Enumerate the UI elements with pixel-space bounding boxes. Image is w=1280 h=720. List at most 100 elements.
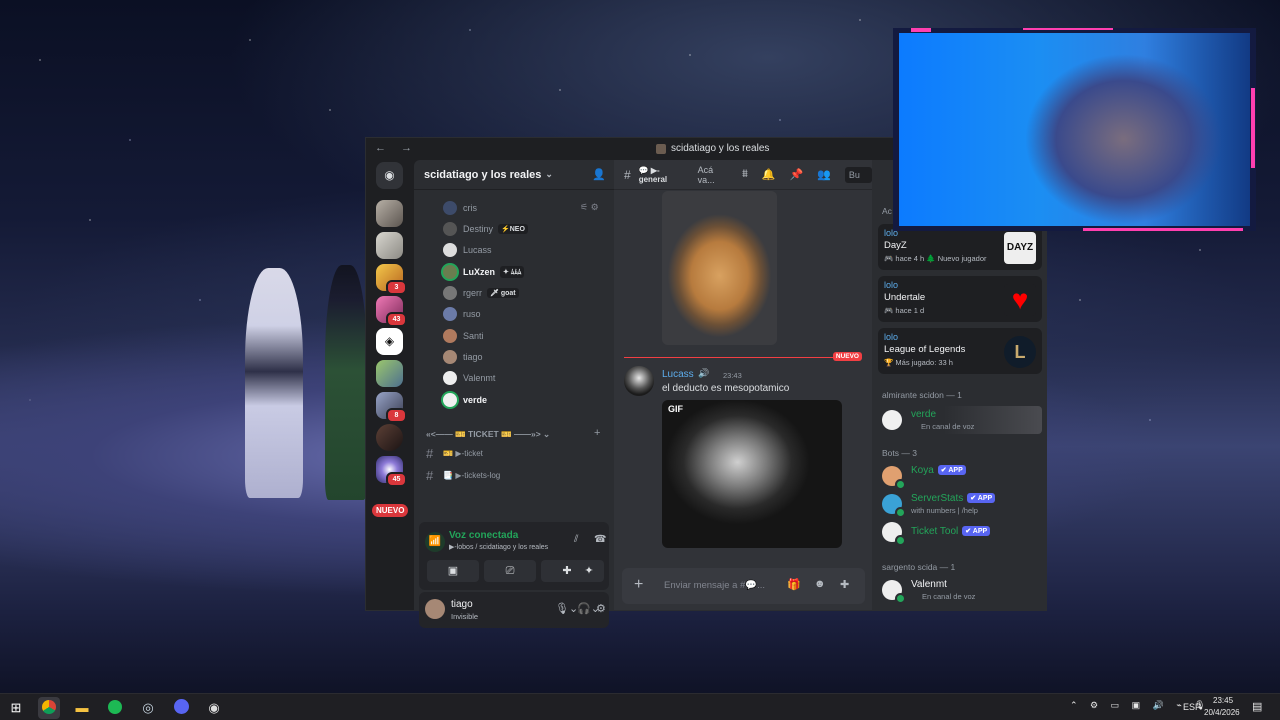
screen-share-button[interactable]: ⎚ <box>484 560 536 582</box>
invite-people-icon[interactable]: 👤 <box>592 168 606 181</box>
online-dot <box>895 507 906 518</box>
avatar <box>882 410 902 430</box>
server-icon[interactable]: 8 <box>376 392 407 423</box>
avatar <box>443 286 457 300</box>
user-panel: tiago Invisible 🎙⌄ 🎧⌄ ⚙ <box>419 592 609 628</box>
channel-topic[interactable]: Acá va... <box>698 165 728 185</box>
member-item[interactable]: ServerStats ✔ APP with numbers | /help <box>882 492 1042 518</box>
hash-icon: # <box>624 167 631 182</box>
discord-icon[interactable] <box>170 697 192 719</box>
steam-icon[interactable]: ◎ <box>137 697 159 719</box>
avatar <box>443 222 457 236</box>
server-icon[interactable]: 43 <box>376 296 407 327</box>
emoji-icon[interactable]: ☻ <box>814 578 826 590</box>
voice-member[interactable]: Santi <box>443 328 484 344</box>
guild-header[interactable]: scidatiago y los reales ⌄ 👤 <box>414 160 614 190</box>
new-messages-tag: NUEVO <box>832 352 862 361</box>
windows-start-icon[interactable]: ⊞ <box>5 697 27 719</box>
lizard-gif[interactable]: GIF <box>662 400 842 548</box>
member-tag: ⚡NEO <box>498 224 528 234</box>
role-header: Bots — 3 <box>882 448 917 458</box>
activity-card[interactable]: lolo Undertale 🎮 hace 1 d ♥ <box>878 276 1042 322</box>
new-servers-pill[interactable]: NUEVO <box>372 504 409 517</box>
user-name[interactable]: tiago <box>451 599 473 610</box>
spotify-icon[interactable] <box>104 697 126 719</box>
role-header: almirante scidon — 1 <box>882 390 962 400</box>
avatar[interactable] <box>425 599 445 619</box>
heart-icon: ♥ <box>1004 284 1036 316</box>
voice-member[interactable]: cris <box>443 200 477 216</box>
settings-gear-icon[interactable]: ⚙ <box>596 602 606 615</box>
voice-member[interactable]: rgerr 🗡 goat <box>443 285 519 301</box>
server-rail: ◉ 3 43 ◈ 8 45 NUEVO <box>366 160 414 610</box>
voice-member[interactable]: Lucass <box>443 242 492 258</box>
member-item[interactable]: Valenmt En canal de voz <box>882 578 1042 604</box>
new-messages-divider <box>624 357 862 358</box>
voice-connected-title[interactable]: Voz conectada <box>449 530 518 541</box>
noise-suppression-icon[interactable]: ⫽ <box>574 534 578 545</box>
add-attachment-icon[interactable]: + <box>634 576 643 594</box>
file-explorer-icon[interactable]: ▬ <box>71 697 93 719</box>
wallpaper-character-right <box>325 265 367 500</box>
hash-icon: # <box>426 467 434 483</box>
notification-icon[interactable]: ▤ <box>1252 700 1262 713</box>
voice-member[interactable]: Destiny ⚡NEO <box>443 221 528 237</box>
server-icon[interactable] <box>376 232 403 259</box>
avatar[interactable] <box>624 366 654 396</box>
language-indicator[interactable]: ESP <box>1183 702 1201 712</box>
online-dot <box>895 593 906 604</box>
message-input[interactable]: Enviar mensaje a #💬... <box>664 580 765 591</box>
activity-card[interactable]: lolo League of Legends 🏆 Más jugado: 33 hL <box>878 328 1042 374</box>
server-badge: 43 <box>386 312 407 327</box>
voice-member[interactable]: Valenmt <box>443 370 495 386</box>
search-input[interactable]: Bu <box>844 166 872 183</box>
voice-member[interactable]: ruso <box>443 306 481 322</box>
disconnect-icon[interactable]: ☎ <box>594 534 606 545</box>
chat-area: # 💬 ▶-general Acá va... ⩩ 🔔 📌 👥 Bu NUEVO… <box>614 160 872 610</box>
message-composer[interactable]: + Enviar mensaje a #💬... 🎁 ☻ ✚ <box>622 568 865 604</box>
nav-arrows[interactable]: ← → <box>375 142 418 154</box>
clock-date[interactable]: 20/4/2026 <box>1204 708 1240 717</box>
voice-settings-icon[interactable]: ⚟ ⚙ <box>580 202 599 213</box>
dayz-logo-icon: DAYZ <box>1004 232 1036 264</box>
member-item[interactable]: verde En canal de voz <box>878 406 1042 434</box>
voice-member[interactable]: tiago <box>443 349 483 365</box>
gift-icon[interactable]: 🎁 <box>787 578 801 591</box>
member-item[interactable]: Koya ✔ APP <box>882 464 1042 490</box>
members-icon[interactable]: 👥 <box>817 168 831 181</box>
user-status: Invisible <box>451 612 479 621</box>
server-icon[interactable] <box>376 424 403 451</box>
activity-header: Ac <box>882 206 892 216</box>
server-icon[interactable] <box>376 200 403 227</box>
member-item[interactable]: Ticket Tool ✔ APP <box>882 520 1042 546</box>
wallpaper-character-left <box>245 268 303 498</box>
message-author[interactable]: Lucass <box>662 369 694 380</box>
soundboard-button[interactable]: ✦ <box>574 560 604 582</box>
clock-time[interactable]: 23:45 <box>1213 696 1233 705</box>
voice-channel-sub[interactable]: ▶-lobos / scidatiago y los reales <box>449 543 548 551</box>
server-icon[interactable] <box>376 360 403 387</box>
voice-member[interactable]: verde <box>443 392 487 408</box>
avatar <box>443 307 457 321</box>
channel-ticket[interactable]: # 🎫 ▶-ticket <box>426 445 483 461</box>
bell-icon[interactable]: 🔔 <box>762 168 776 181</box>
microphone-icon[interactable]: 🎙⌄ <box>555 602 578 615</box>
server-icon[interactable]: ◈ <box>376 328 403 355</box>
avatar <box>443 265 457 279</box>
voice-member[interactable]: LuXzen ✦ ﾑﾑﾑ <box>443 264 525 280</box>
camera-off-button[interactable]: ▣ <box>427 560 479 582</box>
avatar <box>443 393 457 407</box>
category-ticket[interactable]: «<—— 🎫 TICKET 🎫 ——»> ⌄ <box>426 429 604 440</box>
apps-icon[interactable]: ✚ <box>840 578 849 591</box>
speaker-icon: 🔊 <box>698 368 710 378</box>
server-icon[interactable]: 45 <box>376 456 407 487</box>
pin-icon[interactable]: 📌 <box>790 168 804 181</box>
obs-icon[interactable]: ◉ <box>203 697 225 719</box>
server-icon[interactable]: 3 <box>376 264 407 295</box>
chrome-icon[interactable] <box>38 697 60 719</box>
add-channel-icon[interactable]: + <box>594 427 600 439</box>
channel-tickets-log[interactable]: # 📑 ▶-tickets-log <box>426 467 500 483</box>
discord-home-icon[interactable]: ◉ <box>376 162 403 189</box>
cat-image[interactable] <box>662 191 777 345</box>
threads-icon[interactable]: ⩩ <box>742 168 748 181</box>
